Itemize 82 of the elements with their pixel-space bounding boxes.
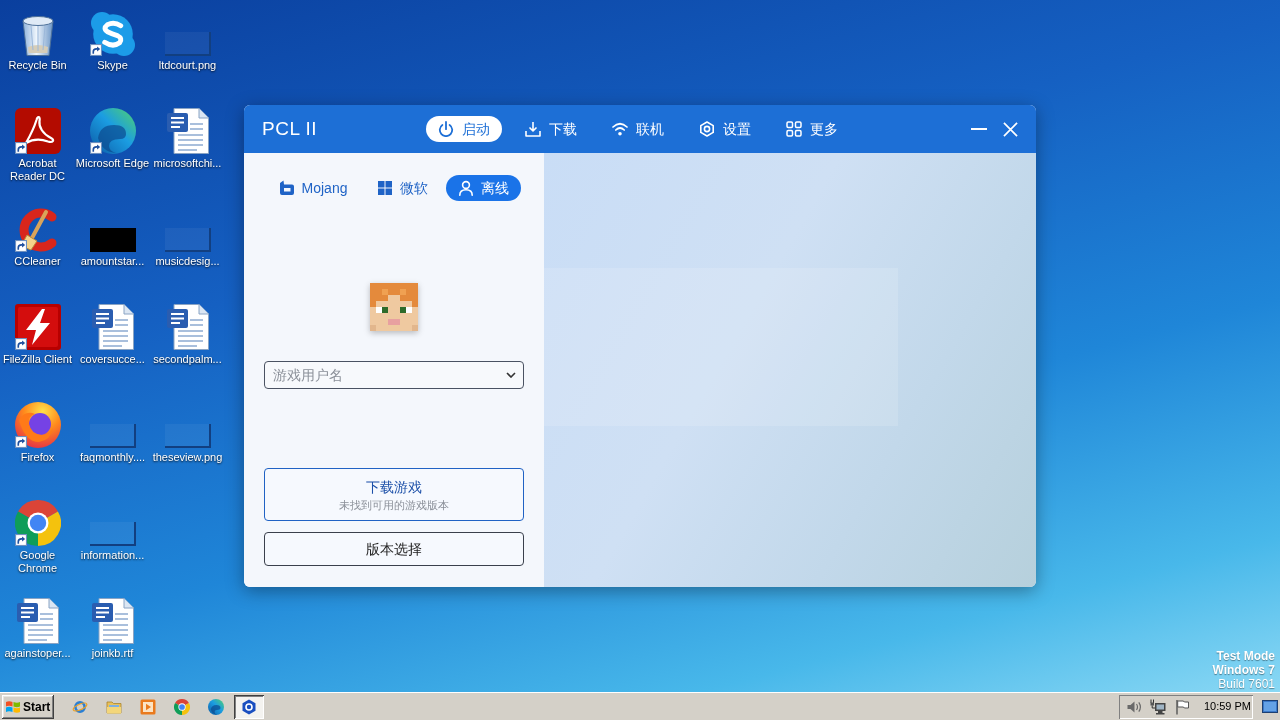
- desktop-item[interactable]: FileZilla Client: [0, 302, 76, 366]
- document-icon: [166, 304, 209, 350]
- desktop-item[interactable]: amountstar...: [74, 204, 151, 268]
- clock: 10:59 PM: [1203, 699, 1251, 715]
- pixel-avatar-icon: [370, 283, 418, 331]
- recycle-bin-icon: [21, 16, 54, 56]
- desktop-item[interactable]: againstoper...: [0, 596, 76, 660]
- swirl-tile-icon: [14, 108, 61, 154]
- flag-icon[interactable]: [1173, 698, 1190, 715]
- window-title: PCL II: [262, 117, 318, 139]
- system-notice-text: Build 7601: [1217, 677, 1275, 691]
- close-button[interactable]: [1003, 121, 1018, 137]
- play-tile-icon: [140, 698, 156, 715]
- desktop-item[interactable]: theseview.png: [149, 400, 226, 464]
- account-tab[interactable]: Mojang: [266, 175, 360, 201]
- desktop-item[interactable]: Microsoft Edge: [74, 106, 151, 170]
- taskbar-shortcut[interactable]: [72, 698, 88, 715]
- settings-icon: [699, 121, 715, 137]
- desktop-item[interactable]: CCleaner: [0, 204, 76, 268]
- version-select-button[interactable]: 版本选择: [264, 532, 524, 566]
- document-icon: [91, 598, 134, 644]
- hexagon-icon: [241, 698, 257, 715]
- desktop-item[interactable]: Firefox: [0, 400, 76, 464]
- download-game-button[interactable]: 下载游戏 未找到可用的游戏版本: [264, 468, 524, 521]
- desktop-item[interactable]: Skype: [74, 8, 151, 72]
- chevron-down-icon[interactable]: [506, 372, 516, 378]
- person-icon: [458, 180, 475, 196]
- lightning-tile-icon: [14, 304, 61, 350]
- download-icon: [525, 121, 541, 137]
- wave-globe-icon: [208, 698, 224, 715]
- username-field[interactable]: 游戏用户名: [264, 361, 524, 389]
- taskbar-shortcut[interactable]: [208, 698, 224, 715]
- power-icon: [438, 121, 454, 137]
- windows-logo-icon: [377, 180, 394, 196]
- system-notice-text: Windows 7: [1212, 663, 1275, 677]
- system-notice-text: Test Mode: [1215, 649, 1275, 663]
- desktop-item[interactable]: coversucce...: [74, 302, 151, 366]
- box-logo-icon: [278, 180, 295, 196]
- taskbar-shortcut[interactable]: [174, 698, 190, 715]
- desktop-item[interactable]: Google Chrome: [0, 498, 76, 575]
- image-thumbnail-icon: [164, 228, 211, 252]
- nav-tab[interactable]: 更多: [774, 116, 850, 142]
- desktop-item[interactable]: ltdcourt.png: [149, 8, 226, 72]
- start-button[interactable]: Start: [2, 694, 54, 719]
- wifi-icon: [612, 121, 628, 137]
- globe-ring-icon: [72, 698, 88, 715]
- wave-globe-icon: [89, 108, 136, 154]
- segmented-ring-icon: [14, 500, 61, 546]
- image-thumbnail-icon: [89, 522, 136, 546]
- show-desktop-button[interactable]: [1262, 698, 1278, 715]
- close-icon: [1003, 121, 1018, 137]
- document-icon: [166, 108, 209, 154]
- minimize-icon: [971, 128, 987, 130]
- nav-tab[interactable]: 下载: [513, 116, 589, 142]
- account-tab[interactable]: 离线: [446, 175, 522, 201]
- account-tab[interactable]: 微软: [365, 175, 441, 201]
- desktop-item[interactable]: secondpalm...: [149, 302, 226, 366]
- desktop-item[interactable]: faqmonthly....: [74, 400, 151, 464]
- image-thumbnail-icon: [164, 424, 211, 448]
- document-icon: [16, 598, 59, 644]
- image-thumbnail-icon: [89, 424, 136, 448]
- nav-tab[interactable]: 设置: [687, 116, 763, 142]
- desktop-item[interactable]: joinkb.rtf: [74, 596, 151, 660]
- image-thumbnail-icon: [89, 228, 136, 252]
- flame-globe-icon: [14, 402, 61, 448]
- grid-icon: [786, 121, 802, 137]
- document-icon: [91, 304, 134, 350]
- desktop-item[interactable]: information...: [74, 498, 151, 562]
- desktop-item[interactable]: microsoftchi...: [149, 106, 226, 170]
- segmented-ring-icon: [174, 698, 190, 715]
- folder-icon: [106, 698, 122, 715]
- flag-logo-icon: [5, 699, 21, 714]
- nav-tab[interactable]: 启动: [426, 116, 502, 142]
- nav-tab[interactable]: 联机: [600, 116, 676, 142]
- taskbar-button[interactable]: [234, 694, 264, 719]
- desktop-item[interactable]: Acrobat Reader DC: [0, 106, 76, 183]
- screen-icon: [1262, 698, 1278, 715]
- image-thumbnail-icon: [164, 32, 211, 56]
- desktop-item[interactable]: Recycle Bin: [0, 8, 76, 72]
- desktop-item[interactable]: musicdesig...: [149, 204, 226, 268]
- bubble-logo-icon: [90, 12, 135, 56]
- computer-icon[interactable]: [1149, 698, 1166, 715]
